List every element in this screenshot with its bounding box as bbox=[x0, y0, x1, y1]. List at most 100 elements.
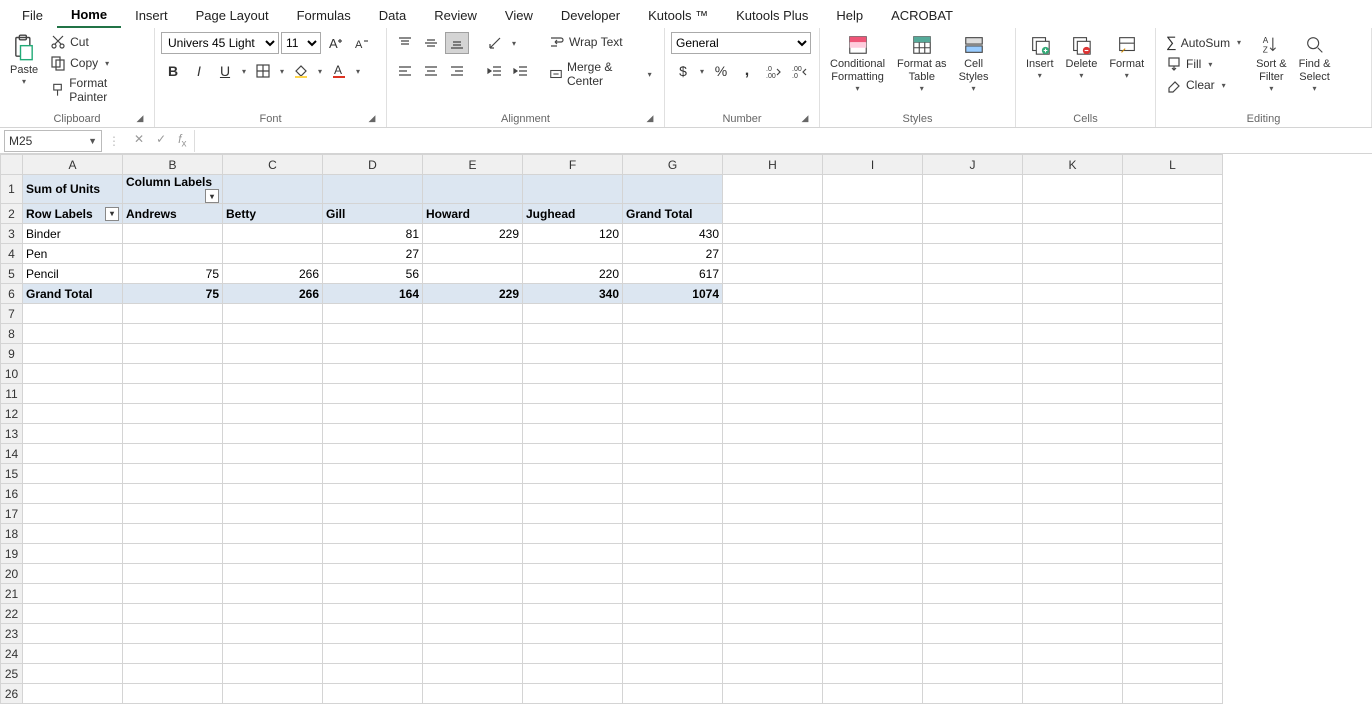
cell[interactable]: Jughead bbox=[523, 204, 623, 224]
cell[interactable] bbox=[723, 444, 823, 464]
cell[interactable] bbox=[423, 664, 523, 684]
cell[interactable] bbox=[523, 424, 623, 444]
cell[interactable] bbox=[823, 504, 923, 524]
cancel-icon[interactable]: ✕ bbox=[134, 132, 144, 149]
cell[interactable] bbox=[1023, 244, 1123, 264]
cell[interactable]: 56 bbox=[323, 264, 423, 284]
cell[interactable] bbox=[1023, 284, 1123, 304]
cell-styles-button[interactable]: Cell Styles▾ bbox=[955, 32, 993, 96]
cell[interactable] bbox=[1123, 304, 1223, 324]
cell[interactable] bbox=[323, 544, 423, 564]
cell[interactable] bbox=[323, 364, 423, 384]
cell[interactable] bbox=[1023, 364, 1123, 384]
cell[interactable] bbox=[1123, 604, 1223, 624]
cell[interactable] bbox=[923, 224, 1023, 244]
font-size-select[interactable]: 11 bbox=[281, 32, 321, 54]
cell[interactable] bbox=[123, 504, 223, 524]
cell[interactable] bbox=[623, 664, 723, 684]
cell[interactable] bbox=[323, 584, 423, 604]
cell[interactable] bbox=[123, 604, 223, 624]
cell[interactable] bbox=[223, 424, 323, 444]
cell[interactable] bbox=[823, 664, 923, 684]
comma-button[interactable]: , bbox=[735, 60, 759, 82]
cell[interactable] bbox=[223, 224, 323, 244]
cell[interactable] bbox=[723, 204, 823, 224]
row-header[interactable]: 22 bbox=[1, 604, 23, 624]
cell[interactable] bbox=[923, 344, 1023, 364]
cell[interactable] bbox=[723, 284, 823, 304]
cell[interactable] bbox=[823, 464, 923, 484]
cell[interactable] bbox=[323, 524, 423, 544]
sort-filter-button[interactable]: AZSort & Filter▾ bbox=[1252, 32, 1291, 96]
cell[interactable] bbox=[223, 244, 323, 264]
cell[interactable]: 229 bbox=[423, 284, 523, 304]
cell[interactable] bbox=[23, 344, 123, 364]
row-header[interactable]: 14 bbox=[1, 444, 23, 464]
cell[interactable] bbox=[1123, 564, 1223, 584]
col-header[interactable]: B bbox=[123, 155, 223, 175]
cell[interactable] bbox=[323, 324, 423, 344]
cell[interactable] bbox=[923, 404, 1023, 424]
align-center-button[interactable] bbox=[419, 60, 443, 82]
cell[interactable] bbox=[823, 204, 923, 224]
cell[interactable] bbox=[823, 644, 923, 664]
cell[interactable] bbox=[323, 464, 423, 484]
cell[interactable] bbox=[23, 424, 123, 444]
cell[interactable] bbox=[1023, 684, 1123, 704]
cell[interactable] bbox=[1123, 624, 1223, 644]
cell[interactable] bbox=[223, 504, 323, 524]
cell[interactable]: 120 bbox=[523, 224, 623, 244]
row-header[interactable]: 4 bbox=[1, 244, 23, 264]
cell[interactable] bbox=[1123, 684, 1223, 704]
chevron-down-icon[interactable]: ▾ bbox=[315, 67, 325, 76]
cell[interactable] bbox=[123, 224, 223, 244]
fill-button[interactable]: Fill▾ bbox=[1162, 54, 1248, 74]
cell[interactable] bbox=[23, 624, 123, 644]
cell[interactable] bbox=[423, 364, 523, 384]
cell[interactable] bbox=[223, 664, 323, 684]
cell[interactable] bbox=[723, 524, 823, 544]
chevron-down-icon[interactable]: ▾ bbox=[1076, 71, 1086, 81]
cell[interactable] bbox=[523, 644, 623, 664]
dialog-launcher-icon[interactable]: ◢ bbox=[799, 113, 811, 125]
cell[interactable] bbox=[923, 564, 1023, 584]
cell[interactable] bbox=[723, 344, 823, 364]
cell[interactable] bbox=[923, 204, 1023, 224]
cell[interactable] bbox=[323, 344, 423, 364]
tab-file[interactable]: File bbox=[8, 4, 57, 27]
cell[interactable] bbox=[823, 544, 923, 564]
cell[interactable] bbox=[323, 484, 423, 504]
cell[interactable] bbox=[423, 304, 523, 324]
cell[interactable] bbox=[323, 624, 423, 644]
cell[interactable] bbox=[1023, 504, 1123, 524]
cell[interactable] bbox=[23, 324, 123, 344]
cell[interactable] bbox=[923, 264, 1023, 284]
cell[interactable] bbox=[923, 175, 1023, 204]
col-header[interactable]: D bbox=[323, 155, 423, 175]
cell[interactable] bbox=[1023, 604, 1123, 624]
align-bottom-button[interactable] bbox=[445, 32, 469, 54]
cell[interactable] bbox=[1023, 644, 1123, 664]
cell[interactable] bbox=[123, 404, 223, 424]
cell[interactable] bbox=[823, 384, 923, 404]
chevron-down-icon[interactable]: ▾ bbox=[917, 84, 927, 94]
cell[interactable] bbox=[623, 624, 723, 644]
cell[interactable] bbox=[1123, 204, 1223, 224]
cell[interactable] bbox=[923, 364, 1023, 384]
cell[interactable] bbox=[23, 464, 123, 484]
cell[interactable]: 220 bbox=[523, 264, 623, 284]
row-header[interactable]: 26 bbox=[1, 684, 23, 704]
worksheet-grid[interactable]: A B C D E F G H I J K L 1 Sum of Units C… bbox=[0, 154, 1372, 704]
cell[interactable] bbox=[223, 684, 323, 704]
cell[interactable] bbox=[23, 404, 123, 424]
cell[interactable]: 340 bbox=[523, 284, 623, 304]
cell[interactable] bbox=[323, 604, 423, 624]
increase-indent-button[interactable] bbox=[509, 60, 533, 82]
paste-button[interactable]: Paste ▾ bbox=[6, 32, 42, 89]
cell[interactable] bbox=[823, 484, 923, 504]
cell[interactable] bbox=[423, 464, 523, 484]
cell[interactable] bbox=[423, 504, 523, 524]
align-left-button[interactable] bbox=[393, 60, 417, 82]
cell[interactable] bbox=[823, 175, 923, 204]
cell[interactable] bbox=[1123, 264, 1223, 284]
